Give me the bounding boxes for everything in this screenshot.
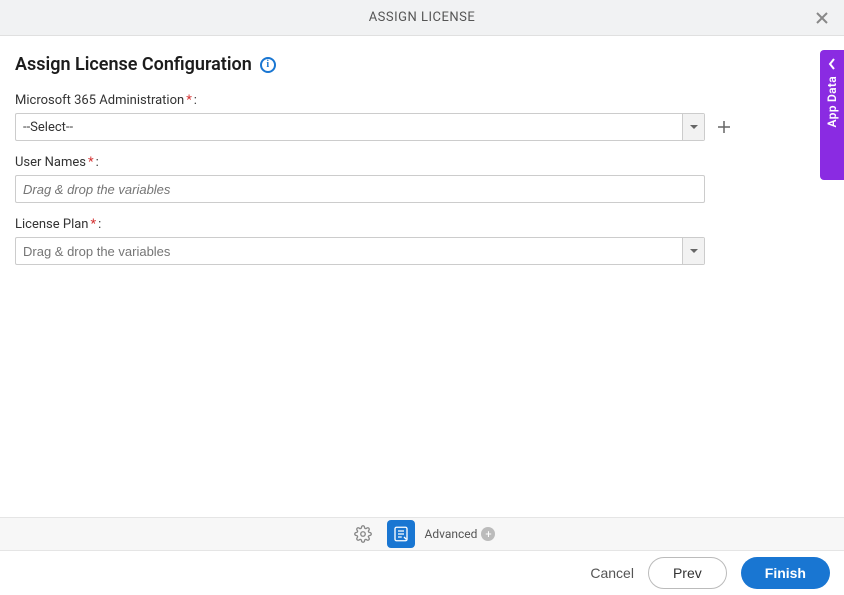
side-tab-app-data[interactable]: App Data xyxy=(820,50,844,180)
required-star: * xyxy=(88,155,94,170)
required-star: * xyxy=(186,93,192,108)
required-star: * xyxy=(90,217,96,232)
licenseplan-input[interactable] xyxy=(16,238,682,264)
close-icon xyxy=(814,10,830,26)
page-title-row: Assign License Configuration i xyxy=(15,54,829,75)
field-usernames: User Names *: xyxy=(15,155,829,203)
cancel-button[interactable]: Cancel xyxy=(590,565,634,581)
plus-icon xyxy=(716,119,732,135)
settings-button[interactable] xyxy=(349,520,377,548)
chevron-left-icon xyxy=(826,58,838,70)
ms365-select-value: --Select-- xyxy=(16,114,682,140)
field-label-ms365: Microsoft 365 Administration *: xyxy=(15,93,829,108)
field-licenseplan: License Plan *: xyxy=(15,217,829,265)
advanced-label-text: Advanced xyxy=(425,527,478,541)
add-button[interactable] xyxy=(715,118,733,136)
label-text: User Names xyxy=(15,155,86,170)
field-label-licenseplan: License Plan *: xyxy=(15,217,829,232)
side-tab-label: App Data xyxy=(825,76,839,127)
field-ms365: Microsoft 365 Administration *: --Select… xyxy=(15,93,829,141)
field-label-usernames: User Names *: xyxy=(15,155,829,170)
content-area: Assign License Configuration i Microsoft… xyxy=(0,36,844,265)
chevron-down-icon[interactable] xyxy=(682,114,704,140)
usernames-input-wrap xyxy=(15,175,705,203)
plus-circle-icon: + xyxy=(481,527,495,541)
form-button[interactable] xyxy=(387,520,415,548)
form-icon xyxy=(392,525,410,543)
advanced-toggle[interactable]: Advanced + xyxy=(425,527,496,541)
info-icon[interactable]: i xyxy=(260,57,276,73)
label-text: License Plan xyxy=(15,217,88,232)
ms365-select[interactable]: --Select-- xyxy=(15,113,705,141)
licenseplan-combo[interactable] xyxy=(15,237,705,265)
dialog-header: ASSIGN LICENSE xyxy=(0,0,844,36)
field-row-ms365: --Select-- xyxy=(15,113,829,141)
bottom-toolbar: Advanced + xyxy=(0,517,844,551)
page-title: Assign License Configuration xyxy=(15,54,252,75)
footer: Cancel Prev Finish xyxy=(0,551,844,595)
close-button[interactable] xyxy=(812,8,832,28)
finish-button[interactable]: Finish xyxy=(741,557,830,589)
gear-icon xyxy=(354,525,372,543)
label-text: Microsoft 365 Administration xyxy=(15,93,184,108)
chevron-down-icon[interactable] xyxy=(682,238,704,264)
usernames-input[interactable] xyxy=(16,176,704,202)
dialog-title: ASSIGN LICENSE xyxy=(369,10,476,25)
prev-button[interactable]: Prev xyxy=(648,557,727,589)
